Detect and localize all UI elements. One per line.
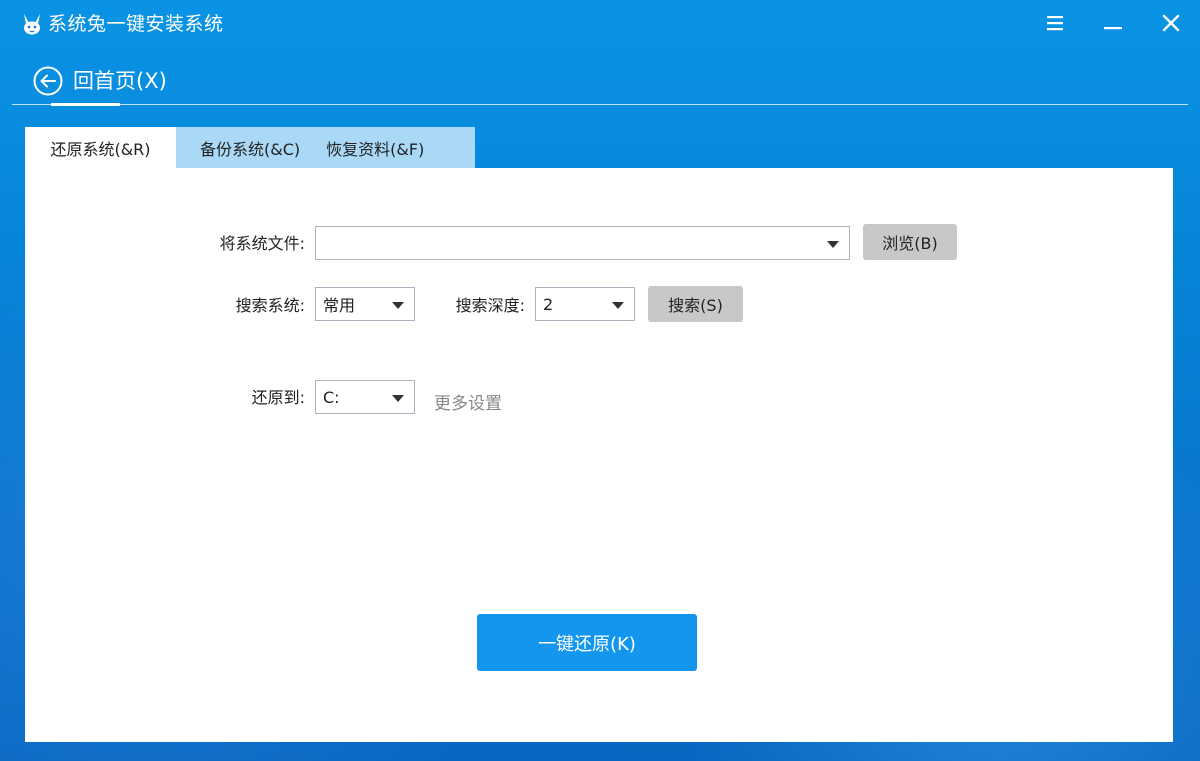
search-system-select[interactable]: 常用	[315, 287, 415, 321]
search-button[interactable]: 搜索(S)	[648, 286, 743, 322]
chevron-down-icon	[612, 302, 624, 309]
tab-bar: 还原系统(&R) 备份系统(&C) 恢复资料(&F)	[25, 127, 475, 168]
chevron-down-icon	[827, 241, 839, 248]
back-home-label: 回首页(X)	[73, 69, 167, 93]
minimize-button[interactable]	[1093, 6, 1133, 40]
search-depth-label: 搜索深度:	[455, 296, 525, 315]
close-button[interactable]	[1151, 6, 1191, 40]
one-click-restore-button[interactable]: 一键还原(K)	[477, 614, 697, 671]
restore-to-value: C:	[323, 387, 340, 407]
minimize-icon	[1104, 27, 1122, 30]
back-arrow-icon	[33, 66, 63, 96]
tab-backup-system-label: 备份系统(&C)	[200, 139, 301, 159]
system-file-label: 将系统文件:	[219, 234, 305, 253]
search-system-label: 搜索系统:	[235, 296, 305, 315]
close-icon	[1162, 14, 1180, 32]
more-settings-link[interactable]: 更多设置	[434, 389, 502, 414]
app-window: 系统兔一键安装系统 回首页(X) 还原系统(&R) 备份系统(&C) 恢复资料(…	[0, 0, 1200, 761]
hamburger-icon	[1047, 16, 1063, 31]
chevron-down-icon	[392, 302, 404, 309]
back-home-button[interactable]: 回首页(X)	[33, 64, 167, 98]
inactive-tab-group: 备份系统(&C) 恢复资料(&F)	[176, 127, 475, 168]
menu-button[interactable]	[1035, 6, 1075, 40]
tab-backup-system[interactable]: 备份系统(&C)	[176, 127, 313, 168]
search-depth-value: 2	[543, 294, 554, 314]
header-divider	[12, 104, 1188, 105]
browse-button[interactable]: 浏览(B)	[863, 224, 957, 260]
restore-to-label: 还原到:	[251, 388, 305, 407]
search-depth-select[interactable]: 2	[535, 287, 635, 321]
restore-panel: 将系统文件: 浏览(B) 搜索系统: 常用 搜索深度: 2 搜索(S) 还原到:…	[25, 168, 1173, 742]
back-header: 回首页(X)	[0, 56, 1200, 108]
rabbit-logo-icon	[20, 12, 44, 36]
tab-restore-system-label: 还原系统(&R)	[50, 139, 151, 159]
tab-recover-data-label: 恢复资料(&F)	[326, 139, 425, 159]
tab-restore-system[interactable]: 还原系统(&R)	[25, 127, 176, 168]
system-file-combobox[interactable]	[315, 226, 850, 260]
tab-recover-data[interactable]: 恢复资料(&F)	[313, 127, 437, 168]
app-title: 系统兔一键安装系统	[48, 13, 224, 35]
header-active-indicator	[51, 103, 120, 106]
chevron-down-icon	[392, 395, 404, 402]
title-bar: 系统兔一键安装系统	[0, 0, 1200, 48]
search-system-value: 常用	[323, 296, 356, 315]
restore-to-select[interactable]: C:	[315, 380, 415, 414]
browse-button-label: 浏览(B)	[882, 234, 938, 253]
search-button-label: 搜索(S)	[668, 296, 723, 315]
one-click-restore-label: 一键还原(K)	[538, 633, 636, 655]
